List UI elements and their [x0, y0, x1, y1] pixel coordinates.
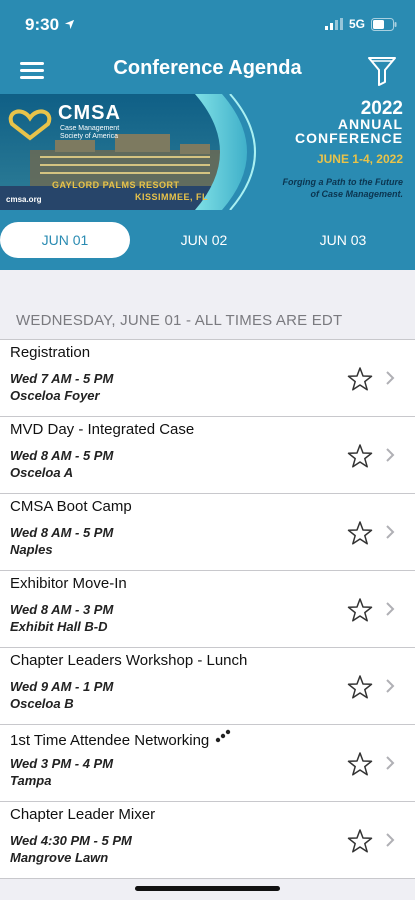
banner-slogan-2: of Case Management. [310, 189, 403, 199]
home-indicator[interactable] [135, 886, 280, 891]
banner-org-tagline-2: Society of America [60, 133, 118, 140]
page-title: Conference Agenda [113, 57, 302, 79]
session-title: MVD Day - Integrated Case [10, 421, 195, 438]
battery-icon [371, 17, 397, 31]
star-icon[interactable] [347, 674, 373, 700]
session-room: Osceloa A [10, 465, 74, 480]
banner-slogan-1: Forging a Path to the Future [282, 177, 404, 187]
agenda-item[interactable]: Chapter Leader Mixer Wed 4:30 PM - 5 PM … [0, 802, 415, 879]
day-section-header: WEDNESDAY, JUNE 01 - ALL TIMES ARE EDT [16, 312, 343, 329]
banner-website: cmsa.org [6, 195, 42, 204]
session-title: Registration [10, 344, 91, 361]
agenda-item[interactable]: Exhibitor Move-In Wed 8 AM - 3 PM Exhibi… [0, 571, 415, 648]
session-title: CMSA Boot Camp [10, 498, 132, 515]
star-icon[interactable] [347, 366, 373, 392]
agenda-item[interactable]: Chapter Leaders Workshop - Lunch Wed 9 A… [0, 648, 415, 725]
session-title: Exhibitor Move-In [10, 575, 127, 592]
star-icon[interactable] [347, 751, 373, 777]
status-indicators: 5G [324, 17, 397, 31]
date-tabs: JUN 01 JUN 02 JUN 03 [0, 210, 415, 270]
filter-button[interactable] [367, 55, 397, 87]
signal-icon [324, 18, 343, 30]
chevron-right-icon [386, 448, 395, 462]
star-icon[interactable] [347, 520, 373, 546]
location-arrow-icon [64, 19, 74, 30]
session-title: Chapter Leader Mixer [10, 806, 156, 823]
banner-event-line-2: CONFERENCE [294, 130, 403, 146]
session-title: 1st Time Attendee Networking [10, 729, 231, 749]
agenda-item[interactable]: Registration Wed 7 AM - 5 PM Osceloa Foy… [0, 340, 415, 417]
star-icon[interactable] [347, 597, 373, 623]
status-bar: 9:30 5G [0, 0, 415, 48]
banner-org-tagline-1: Case Management [60, 125, 120, 132]
chevron-right-icon [386, 371, 395, 385]
chevron-right-icon [386, 602, 395, 616]
star-icon[interactable] [347, 443, 373, 469]
chevron-right-icon [386, 525, 395, 539]
session-room: Osceloa B [10, 696, 74, 711]
banner-venue-1: GAYLORD PALMS RESORT [52, 180, 180, 190]
session-room: Tampa [10, 773, 52, 788]
star-icon[interactable] [347, 828, 373, 854]
session-room: Exhibit Hall B-D [10, 619, 108, 634]
banner-dates: JUNE 1-4, 2022 [316, 152, 403, 166]
tab-jun-03[interactable]: JUN 03 [278, 222, 408, 258]
session-time: Wed 8 AM - 5 PM [10, 448, 114, 463]
banner-org-name: CMSA [58, 102, 121, 124]
session-time: Wed 3 PM - 4 PM [10, 756, 114, 771]
conference-banner: CMSA Case Management Society of America … [0, 94, 415, 210]
session-time: Wed 8 AM - 5 PM [10, 525, 114, 540]
session-time: Wed 7 AM - 5 PM [10, 371, 114, 386]
chevron-right-icon [386, 679, 395, 693]
networking-icon [216, 729, 231, 743]
session-room: Osceloa Foyer [10, 388, 100, 403]
session-time: Wed 8 AM - 3 PM [10, 602, 114, 617]
network-type: 5G [348, 17, 365, 31]
agenda-item[interactable]: MVD Day - Integrated Case Wed 8 AM - 5 P… [0, 417, 415, 494]
filter-icon [368, 57, 396, 86]
banner-venue-2: KISSIMMEE, FL [135, 192, 209, 202]
agenda-list: Registration Wed 7 AM - 5 PM Osceloa Foy… [0, 339, 415, 879]
session-time: Wed 4:30 PM - 5 PM [10, 833, 132, 848]
agenda-item[interactable]: CMSA Boot Camp Wed 8 AM - 5 PM Naples [0, 494, 415, 571]
chevron-right-icon [386, 756, 395, 770]
session-room: Mangrove Lawn [10, 850, 109, 865]
tab-jun-01[interactable]: JUN 01 [0, 222, 130, 258]
nav-bar: Conference Agenda [0, 48, 415, 94]
tab-jun-02[interactable]: JUN 02 [139, 222, 269, 258]
session-time: Wed 9 AM - 1 PM [10, 679, 114, 694]
session-title: Chapter Leaders Workshop - Lunch [10, 652, 248, 669]
session-room: Naples [10, 542, 53, 557]
agenda-item[interactable]: 1st Time Attendee Networking Wed 3 PM - … [0, 725, 415, 802]
status-time: 9:30 [25, 15, 75, 35]
chevron-right-icon [386, 833, 395, 847]
